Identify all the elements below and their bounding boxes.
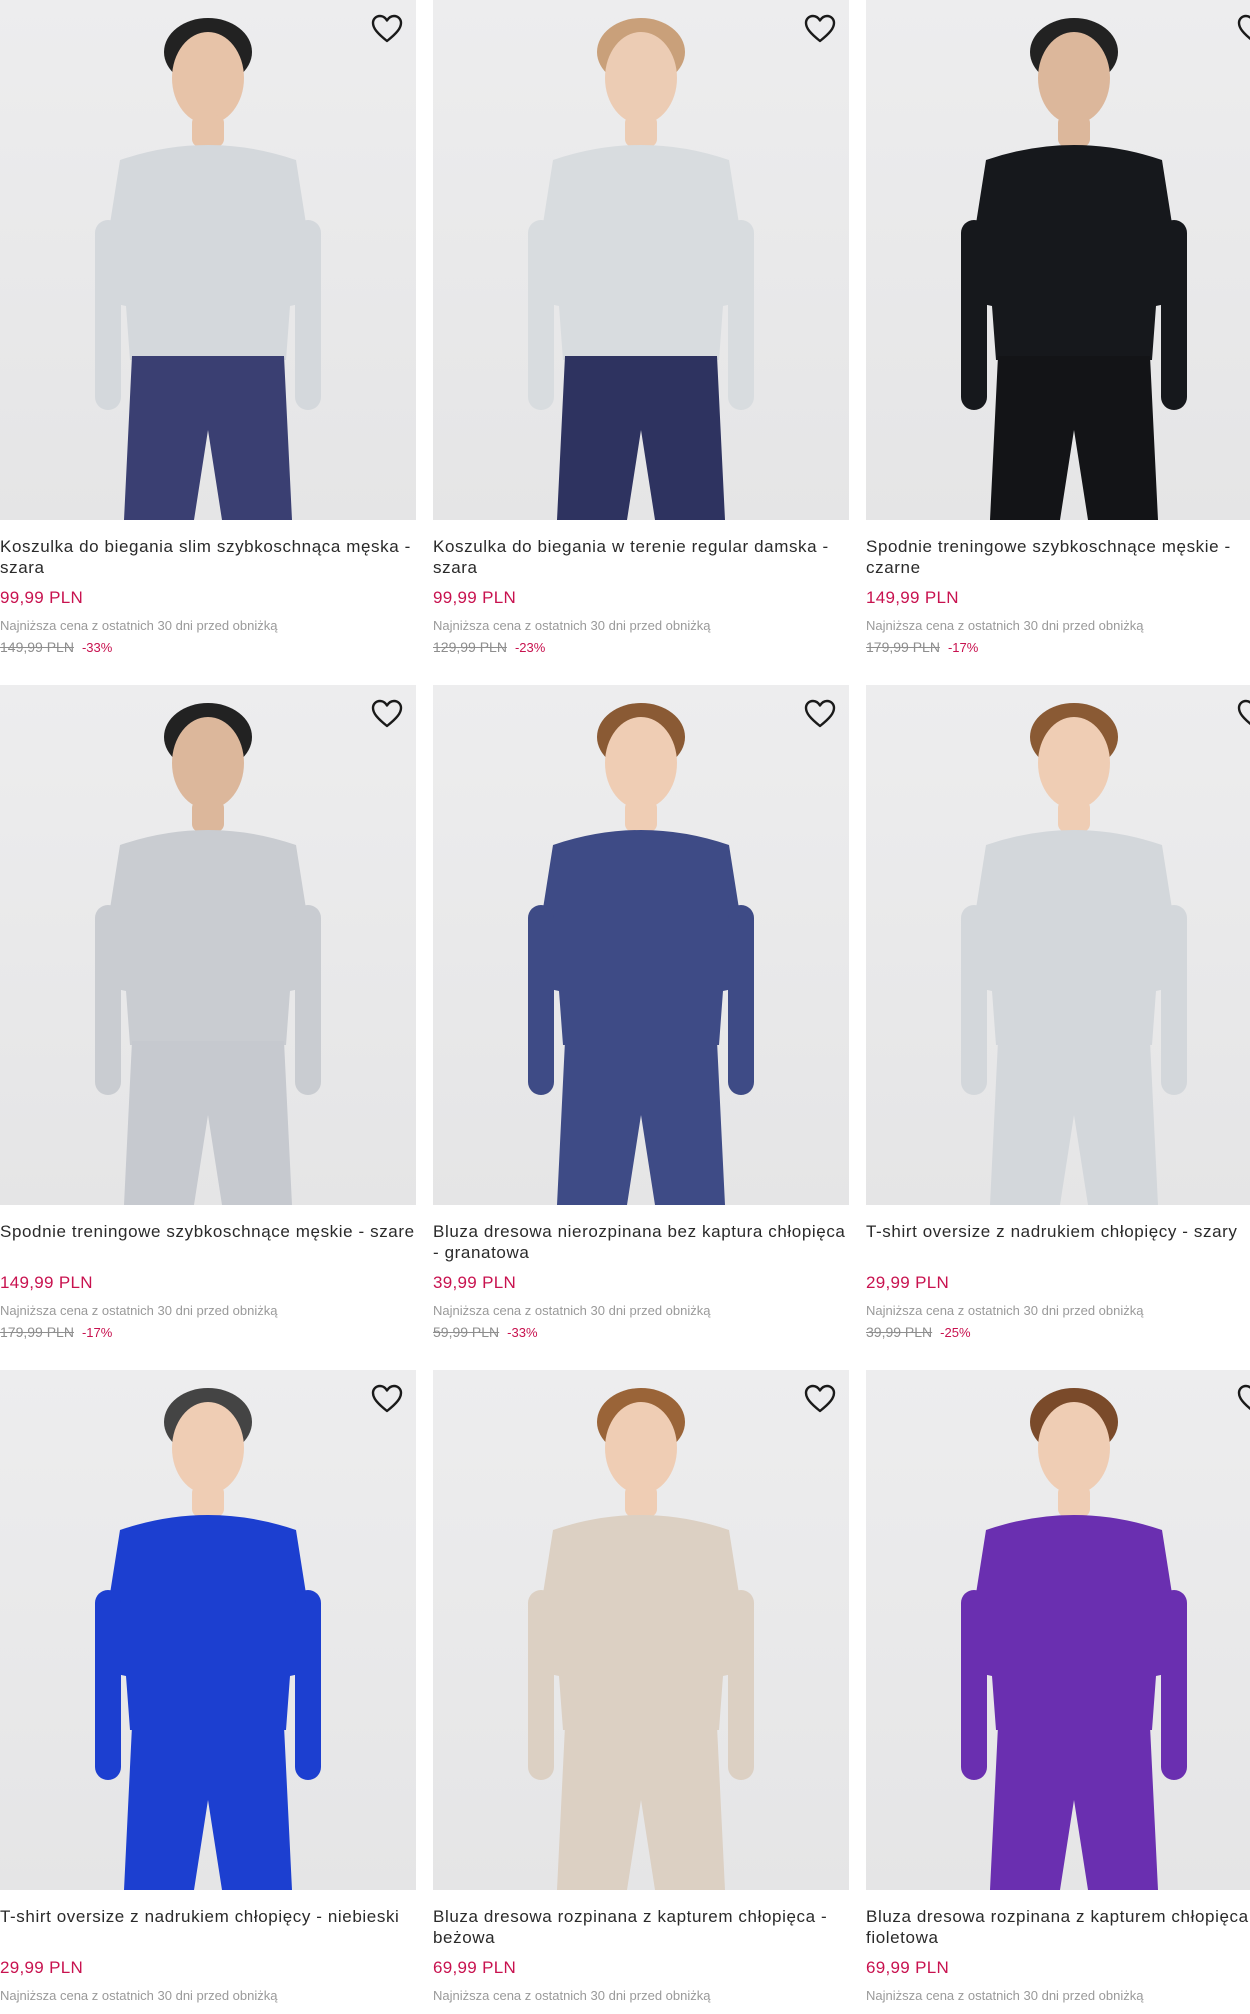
old-price: 179,99 PLN [0, 1324, 74, 1340]
product-image[interactable] [0, 0, 416, 520]
old-price-row: 39,99 PLN -25% [866, 1324, 1250, 1341]
product-price: 99,99 PLN [433, 588, 517, 607]
product-price: 69,99 PLN [866, 1958, 950, 1977]
product-name[interactable]: T-shirt oversize z nadrukiem chłopięcy -… [0, 1906, 416, 1948]
product-card[interactable]: T-shirt oversize z nadrukiem chłopięcy -… [0, 1370, 416, 2014]
favorite-heart-icon[interactable] [803, 1382, 837, 1416]
old-price-row: 59,99 PLN -33% [433, 1324, 849, 1341]
product-name[interactable]: Bluza dresowa rozpinana z kapturem chłop… [433, 1906, 849, 1948]
lowest-price-note: Najniższa cena z ostatnich 30 dni przed … [866, 1988, 1144, 2003]
product-name[interactable]: Spodnie treningowe szybkoschnące męskie … [0, 1221, 416, 1263]
lowest-price-note: Najniższa cena z ostatnich 30 dni przed … [0, 1303, 278, 1318]
favorite-heart-icon[interactable] [370, 697, 404, 731]
old-price-row: 129,99 PLN -23% [433, 639, 849, 656]
product-image[interactable] [433, 685, 849, 1205]
product-card[interactable]: Bluza dresowa rozpinana z kapturem chłop… [433, 1370, 849, 2014]
product-image[interactable] [866, 1370, 1250, 1890]
product-photo-figure [95, 703, 321, 1205]
product-price: 99,99 PLN [0, 588, 84, 607]
product-image[interactable] [433, 1370, 849, 1890]
product-photo-figure [528, 703, 754, 1205]
lowest-price-note: Najniższa cena z ostatnich 30 dni przed … [0, 618, 278, 633]
product-name[interactable]: Bluza dresowa nierozpinana bez kaptura c… [433, 1221, 849, 1263]
product-info: Spodnie treningowe szybkoschnące męskie … [0, 1205, 416, 1341]
product-price: 29,99 PLN [866, 1273, 950, 1292]
product-info: Bluza dresowa nierozpinana bez kaptura c… [433, 1205, 849, 1341]
product-grid: Koszulka do biegania slim szybkoschnąca … [0, 0, 1250, 2014]
product-image[interactable] [0, 1370, 416, 1890]
discount-badge: -25% [940, 1325, 971, 1340]
product-card[interactable]: Bluza dresowa rozpinana z kapturem chłop… [866, 1370, 1250, 2014]
product-photo-figure [528, 1388, 754, 1890]
product-price: 39,99 PLN [433, 1273, 517, 1292]
product-photo-figure [528, 18, 754, 520]
discount-badge: -33% [507, 1325, 538, 1340]
product-name[interactable]: T-shirt oversize z nadrukiem chłopięcy -… [866, 1221, 1250, 1263]
old-price-row: 179,99 PLN -17% [0, 1324, 416, 1341]
lowest-price-note: Najniższa cena z ostatnich 30 dni przed … [866, 1303, 1144, 1318]
discount-badge: -33% [81, 640, 113, 655]
lowest-price-note: Najniższa cena z ostatnich 30 dni przed … [433, 618, 711, 633]
product-info: Spodnie treningowe szybkoschnące męskie … [866, 520, 1250, 656]
product-photo-figure [961, 18, 1187, 520]
old-price: 179,99 PLN [866, 639, 940, 655]
product-card[interactable]: T-shirt oversize z nadrukiem chłopięcy -… [866, 685, 1250, 1370]
lowest-price-note: Najniższa cena z ostatnich 30 dni przed … [0, 1988, 278, 2003]
lowest-price-note: Najniższa cena z ostatnich 30 dni przed … [433, 1303, 711, 1318]
product-info: Koszulka do biegania w terenie regular d… [433, 520, 849, 656]
product-name[interactable]: Koszulka do biegania slim szybkoschnąca … [0, 536, 416, 578]
product-photo-figure [95, 18, 321, 520]
product-image[interactable] [866, 685, 1250, 1205]
favorite-heart-icon[interactable] [1236, 12, 1250, 46]
favorite-heart-icon[interactable] [370, 1382, 404, 1416]
product-info: Koszulka do biegania slim szybkoschnąca … [0, 520, 416, 656]
product-info: T-shirt oversize z nadrukiem chłopięcy -… [0, 1890, 416, 2014]
product-image[interactable] [0, 685, 416, 1205]
product-image[interactable] [433, 0, 849, 520]
old-price-row [866, 2009, 1250, 2014]
old-price-row: 149,99 PLN -33% [0, 639, 416, 656]
product-photo-figure [95, 1388, 321, 1890]
product-card[interactable]: Spodnie treningowe szybkoschnące męskie … [866, 0, 1250, 685]
product-info: Bluza dresowa rozpinana z kapturem chłop… [433, 1890, 849, 2014]
product-name[interactable]: Koszulka do biegania w terenie regular d… [433, 536, 849, 578]
old-price: 129,99 PLN [433, 639, 507, 655]
favorite-heart-icon[interactable] [803, 12, 837, 46]
favorite-heart-icon[interactable] [1236, 697, 1250, 731]
old-price: 59,99 PLN [433, 1324, 500, 1340]
product-price: 29,99 PLN [0, 1958, 84, 1977]
product-name[interactable]: Bluza dresowa rozpinana z kapturem chłop… [866, 1906, 1250, 1948]
old-price-row [0, 2009, 416, 2014]
product-info: Bluza dresowa rozpinana z kapturem chłop… [866, 1890, 1250, 2014]
product-price: 69,99 PLN [433, 1958, 517, 1977]
product-card[interactable]: Koszulka do biegania w terenie regular d… [433, 0, 849, 685]
lowest-price-note: Najniższa cena z ostatnich 30 dni przed … [866, 618, 1144, 633]
old-price: 39,99 PLN [866, 1324, 933, 1340]
product-price: 149,99 PLN [0, 1273, 93, 1292]
favorite-heart-icon[interactable] [370, 12, 404, 46]
product-info: T-shirt oversize z nadrukiem chłopięcy -… [866, 1205, 1250, 1341]
product-photo-figure [961, 1388, 1187, 1890]
product-card[interactable]: Koszulka do biegania slim szybkoschnąca … [0, 0, 416, 685]
product-image[interactable] [866, 0, 1250, 520]
product-price: 149,99 PLN [866, 588, 959, 607]
product-photo-figure [961, 703, 1187, 1205]
old-price-row [433, 2009, 849, 2014]
favorite-heart-icon[interactable] [803, 697, 837, 731]
product-card[interactable]: Bluza dresowa nierozpinana bez kaptura c… [433, 685, 849, 1370]
discount-badge: -17% [947, 640, 979, 655]
lowest-price-note: Najniższa cena z ostatnich 30 dni przed … [433, 1988, 711, 2003]
discount-badge: -17% [81, 1325, 113, 1340]
old-price-row: 179,99 PLN -17% [866, 639, 1250, 656]
old-price: 149,99 PLN [0, 639, 74, 655]
product-card[interactable]: Spodnie treningowe szybkoschnące męskie … [0, 685, 416, 1370]
favorite-heart-icon[interactable] [1236, 1382, 1250, 1416]
discount-badge: -23% [514, 640, 546, 655]
product-name[interactable]: Spodnie treningowe szybkoschnące męskie … [866, 536, 1250, 578]
